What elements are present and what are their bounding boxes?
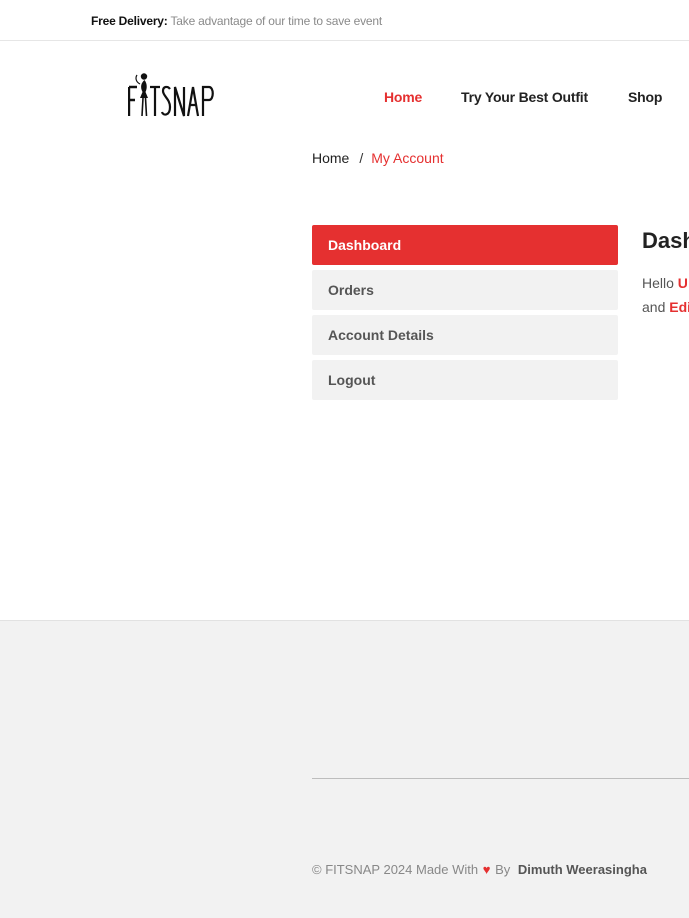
- welcome-line-1: Hello U: [642, 271, 689, 295]
- footer-divider: [312, 778, 689, 779]
- menu-item-orders[interactable]: Orders: [312, 270, 618, 310]
- heart-icon: ♥: [482, 862, 491, 877]
- nav-home[interactable]: Home: [384, 89, 422, 105]
- free-delivery-label: Free Delivery:: [91, 14, 168, 28]
- breadcrumb: Home / My Account: [312, 150, 444, 166]
- dashboard-title: Dash: [642, 228, 689, 253]
- welcome-and: and: [642, 299, 670, 315]
- author-name[interactable]: Dimuth Weerasingha: [518, 862, 647, 877]
- breadcrumb-separator: /: [359, 150, 364, 166]
- free-delivery-notice: Free Delivery: Take advantage of our tim…: [91, 14, 382, 28]
- username-link[interactable]: U: [678, 275, 688, 291]
- nav-shop[interactable]: Shop: [628, 89, 662, 105]
- fitsnap-logo[interactable]: [128, 72, 220, 120]
- menu-item-dashboard[interactable]: Dashboard: [312, 225, 618, 265]
- menu-item-account-details[interactable]: Account Details: [312, 315, 618, 355]
- menu-item-logout[interactable]: Logout: [312, 360, 618, 400]
- nav-try-your-best-outfit[interactable]: Try Your Best Outfit: [461, 89, 588, 105]
- fitsnap-logo-icon: [128, 73, 214, 117]
- breadcrumb-current: My Account: [371, 150, 444, 166]
- site-footer: © FITSNAP 2024 Made With ♥ By Dimuth Wee…: [0, 620, 689, 918]
- welcome-greeting: Hello: [642, 275, 678, 291]
- dashboard-welcome-text: Hello U and Edi: [642, 271, 689, 319]
- copyright-text: © FITSNAP 2024 Made With: [312, 862, 479, 877]
- free-delivery-message: Take advantage of our time to save event: [170, 14, 383, 28]
- account-menu: Dashboard Orders Account Details Logout: [312, 225, 618, 405]
- top-announcement-bar: Free Delivery: Take advantage of our tim…: [0, 0, 689, 41]
- welcome-line-2: and Edi: [642, 295, 689, 319]
- footer-copyright: © FITSNAP 2024 Made With ♥ By Dimuth Wee…: [312, 862, 647, 877]
- edit-details-link[interactable]: Edi: [669, 299, 689, 315]
- copyright-by: By: [495, 862, 511, 877]
- breadcrumb-home[interactable]: Home: [312, 150, 349, 166]
